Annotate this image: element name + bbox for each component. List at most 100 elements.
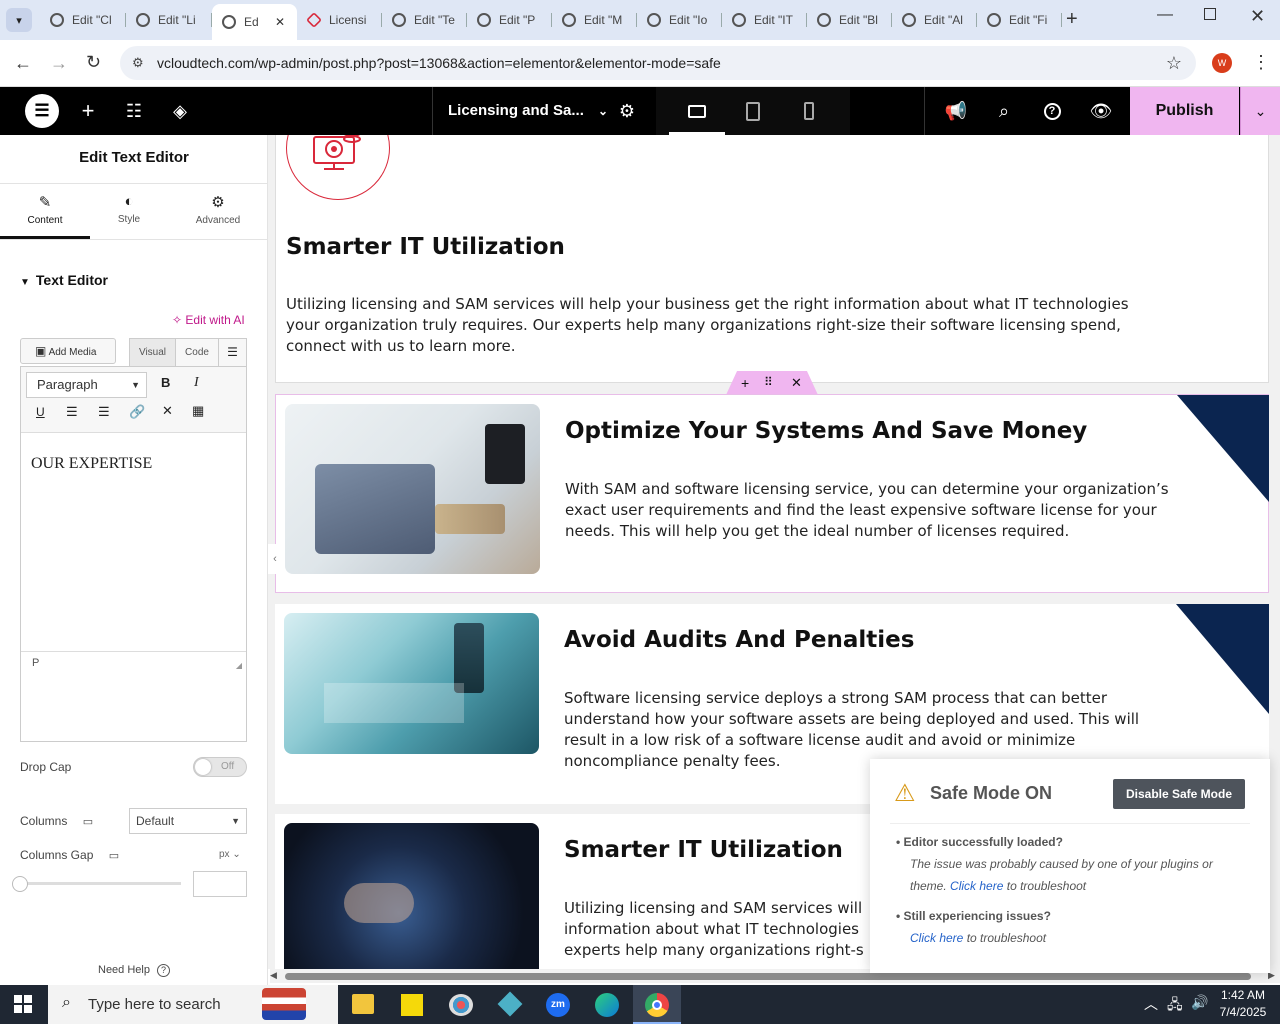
clock[interactable]: 1:42 AM 7/4/2025 <box>1210 987 1276 1021</box>
reload-icon[interactable]: ↻ <box>86 52 101 73</box>
desktop-view-icon[interactable] <box>686 87 708 135</box>
add-element-icon[interactable]: + <box>78 87 98 135</box>
minimize-button[interactable]: — <box>1157 6 1173 24</box>
notifications-megaphone-icon[interactable]: 📢 <box>945 87 967 135</box>
preview-eye-icon[interactable]: 👁 <box>1090 87 1113 135</box>
app-diamond-icon[interactable] <box>497 991 523 1017</box>
database-icon[interactable]: ☰ <box>219 338 247 367</box>
new-tab-button[interactable]: + <box>1066 8 1086 32</box>
bullet-list-icon[interactable]: ☰ <box>66 404 78 420</box>
chrome-browser-icon[interactable] <box>633 985 681 1024</box>
browser-tab[interactable]: Edit "Al <box>892 6 977 34</box>
publish-options-chevron-icon[interactable]: ⌄ <box>1240 87 1280 135</box>
troubleshoot-link[interactable]: Click here <box>910 931 963 945</box>
sticky-notes-icon[interactable] <box>401 994 423 1016</box>
scroll-left-arrow[interactable]: ◀ <box>270 970 277 981</box>
taskbar-search-box[interactable]: ⌕ Type here to search <box>48 985 338 1024</box>
section-handle <box>726 371 818 395</box>
unit-select[interactable]: px ⌄ <box>219 849 241 860</box>
elementor-logo-icon[interactable]: ☰ <box>25 87 59 135</box>
add-media-button[interactable]: ▣ Add Media <box>20 338 116 364</box>
resize-handle-icon[interactable]: ◢ <box>236 661 242 670</box>
editor-content[interactable]: OUR EXPERTISE <box>31 455 152 473</box>
section-toggle-text-editor[interactable]: ▼ Text Editor <box>20 272 108 288</box>
section-heading: Smarter IT Utilization <box>564 837 843 863</box>
toolbar-toggle-icon[interactable]: ▦ <box>192 403 204 419</box>
page-settings-gear-icon[interactable]: ⚙ <box>617 87 637 135</box>
slider-handle[interactable] <box>12 876 28 892</box>
visual-tab-button[interactable]: Visual <box>129 338 176 367</box>
search-icon[interactable]: ⌕ <box>994 87 1014 135</box>
columns-gap-slider[interactable] <box>20 882 181 885</box>
publish-button[interactable]: Publish <box>1130 87 1239 135</box>
format-select[interactable]: Paragraph ▼ <box>26 372 147 398</box>
close-window-button[interactable]: ✕ <box>1250 6 1265 27</box>
file-explorer-icon[interactable] <box>352 994 374 1014</box>
italic-button[interactable]: I <box>194 375 199 391</box>
drop-cap-toggle[interactable]: Off <box>193 757 247 777</box>
it-utilization-icon <box>286 135 390 200</box>
editor-panel: Edit Text Editor ✎ Content ◐ Style ⚙ Adv… <box>0 135 268 985</box>
scrollbar-thumb[interactable] <box>285 973 1251 980</box>
volume-icon[interactable]: 🔊 <box>1191 994 1208 1011</box>
columns-gap-input[interactable] <box>193 871 247 897</box>
profile-avatar[interactable]: W <box>1212 53 1232 73</box>
desktop-icon[interactable]: ▭ <box>83 816 93 828</box>
back-arrow-icon[interactable]: ← <box>14 53 32 74</box>
tab-label: Edit "Bl <box>839 13 878 27</box>
site-settings-sliders-icon[interactable]: ☷ <box>124 87 144 135</box>
browser-tab[interactable]: Edit "Te <box>382 6 467 34</box>
browser-tab[interactable]: Edit "Io <box>637 6 722 34</box>
browser-tab[interactable]: Edit "Bl <box>807 6 892 34</box>
browser-menu-icon[interactable]: ⋮ <box>1252 52 1270 73</box>
zoom-app-icon[interactable]: zm <box>546 993 570 1017</box>
panel-collapse-handle[interactable]: ‹ <box>268 544 282 574</box>
link-icon[interactable]: 🔗 <box>129 404 145 420</box>
underline-button[interactable]: U <box>36 405 45 419</box>
wordpress-icon <box>477 13 491 27</box>
bold-button[interactable]: B <box>161 375 170 390</box>
restore-button[interactable] <box>1204 8 1216 20</box>
browser-tab[interactable]: Edit "P <box>467 6 552 34</box>
code-tab-button[interactable]: Code <box>176 338 219 367</box>
edit-with-ai-link[interactable]: ✧ Edit with AI <box>172 313 245 327</box>
mobile-view-icon[interactable] <box>802 87 816 135</box>
tablet-view-icon[interactable] <box>744 87 762 135</box>
delete-section-icon[interactable]: ✕ <box>791 375 802 391</box>
need-help-link[interactable]: Need Help ? <box>98 964 171 977</box>
address-input[interactable]: ⚙ vcloudtech.com/wp-admin/post.php?post=… <box>120 46 1196 80</box>
structure-layers-icon[interactable]: ◈ <box>170 87 190 135</box>
browser-tab[interactable]: Edit "IT <box>722 6 807 34</box>
page-title-dropdown[interactable]: Licensing and Sa... ⌄ <box>448 87 608 135</box>
numbered-list-icon[interactable]: ☰ <box>98 404 110 420</box>
browser-tab[interactable]: Edit "Li <box>126 6 212 34</box>
edge-browser-icon[interactable] <box>595 993 619 1017</box>
add-section-icon[interactable]: + <box>741 375 749 391</box>
help-icon[interactable]: ? <box>1042 87 1062 135</box>
windows-start-icon[interactable] <box>14 995 32 1013</box>
bookmark-star-icon[interactable]: ☆ <box>1166 46 1182 80</box>
network-icon[interactable]: 🖧 <box>1167 994 1183 1018</box>
forward-arrow-icon[interactable]: → <box>50 53 68 74</box>
browser-tab[interactable]: Licensi <box>297 6 382 34</box>
site-info-icon[interactable]: ⚙ <box>132 46 144 80</box>
troubleshoot-link[interactable]: Click here <box>950 879 1003 893</box>
tab-search-button[interactable]: ▾ <box>6 8 32 32</box>
browser-tab[interactable]: Edit "Cl <box>40 6 126 34</box>
disable-safe-mode-button[interactable]: Disable Safe Mode <box>1113 779 1245 809</box>
paint-app-icon[interactable] <box>449 994 473 1016</box>
browser-tab[interactable]: Edit "M <box>552 6 637 34</box>
tab-style[interactable]: ◐ Style <box>90 187 168 239</box>
elementor-top-bar: ☰ + ☷ ◈ Licensing and Sa... ⌄ ⚙ 📢 ⌕ ? 👁 … <box>0 87 1280 135</box>
close-tab-icon[interactable]: ✕ <box>275 15 285 29</box>
browser-tab[interactable]: Edit "Fi <box>977 6 1062 34</box>
fullscreen-icon[interactable]: ✕ <box>162 403 173 419</box>
tab-label: Edit "Fi <box>1009 13 1048 27</box>
tray-overflow-chevron-icon[interactable]: ︿ <box>1144 994 1158 1014</box>
columns-select[interactable]: Default ▼ <box>129 808 247 834</box>
desktop-icon[interactable]: ▭ <box>109 850 119 862</box>
tab-content[interactable]: ✎ Content <box>0 187 90 239</box>
browser-tab[interactable]: Ed ✕ <box>212 4 297 40</box>
tab-advanced[interactable]: ⚙ Advanced <box>178 187 258 239</box>
drag-handle-icon[interactable]: ⠿ <box>764 375 773 389</box>
